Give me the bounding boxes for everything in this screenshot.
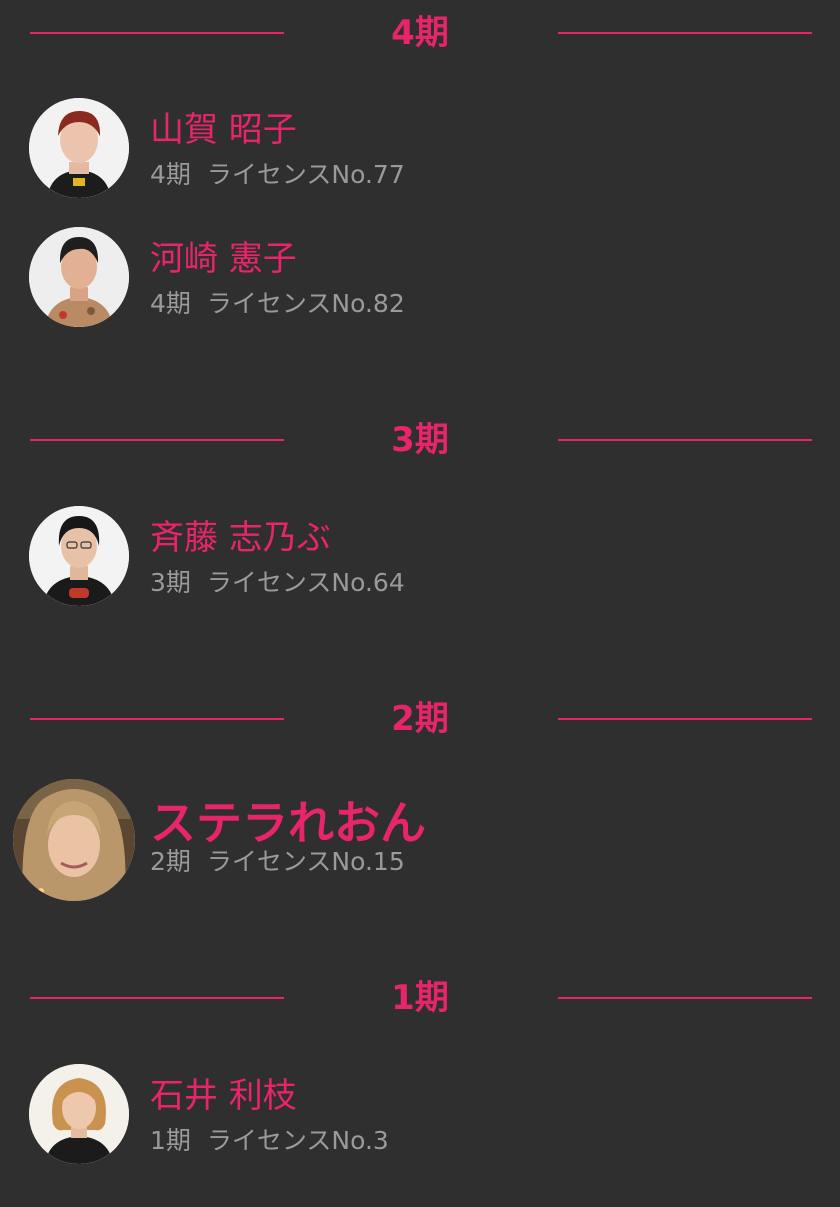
section-header-3: 3期 [0, 420, 840, 460]
avatar [29, 1064, 129, 1164]
member-name: 河崎 憲子 [150, 239, 297, 279]
section-title: 4期 [391, 13, 449, 53]
avatar [29, 227, 129, 327]
member-item[interactable]: 斉藤 志乃ぶ 3期 ライセンスNo.64 [0, 506, 840, 616]
divider-line-right [558, 718, 812, 720]
divider-line-left [30, 718, 284, 720]
divider-line-left [30, 997, 284, 999]
divider-line-left [30, 32, 284, 34]
member-name: 斉藤 志乃ぶ [150, 518, 331, 558]
avatar [13, 779, 135, 901]
member-license: ライセンスNo.3 [206, 1126, 389, 1155]
member-meta: 3期 ライセンスNo.64 [150, 568, 405, 598]
member-meta: 1期 ライセンスNo.3 [150, 1126, 389, 1156]
member-item[interactable]: ステラれおん 2期 ライセンスNo.15 [0, 779, 840, 901]
member-meta: 4期 ライセンスNo.77 [150, 160, 405, 190]
section-header-4: 4期 [0, 13, 840, 53]
member-meta: 4期 ライセンスNo.82 [150, 289, 405, 319]
divider-line-left [30, 439, 284, 441]
member-period: 4期 [150, 160, 191, 189]
member-license: ライセンスNo.64 [206, 568, 405, 597]
member-license: ライセンスNo.82 [206, 289, 405, 318]
avatar [29, 98, 129, 198]
member-period: 2期 [150, 847, 191, 876]
member-name: 山賀 昭子 [150, 110, 297, 150]
divider-line-right [558, 997, 812, 999]
section-header-2: 2期 [0, 699, 840, 739]
member-name: ステラれおん [150, 796, 426, 850]
member-item[interactable]: 河崎 憲子 4期 ライセンスNo.82 [0, 227, 840, 337]
section-title: 1期 [391, 978, 449, 1018]
section-title: 3期 [391, 420, 449, 460]
member-license: ライセンスNo.15 [206, 847, 405, 876]
member-period: 4期 [150, 289, 191, 318]
member-period: 3期 [150, 568, 191, 597]
member-name: 石井 利枝 [150, 1076, 297, 1116]
section-header-1: 1期 [0, 978, 840, 1018]
divider-line-right [558, 32, 812, 34]
section-title: 2期 [391, 699, 449, 739]
member-meta: 2期 ライセンスNo.15 [150, 847, 405, 877]
member-item[interactable]: 山賀 昭子 4期 ライセンスNo.77 [0, 98, 840, 208]
avatar [29, 506, 129, 606]
member-period: 1期 [150, 1126, 191, 1155]
divider-line-right [558, 439, 812, 441]
member-license: ライセンスNo.77 [206, 160, 405, 189]
member-item[interactable]: 石井 利枝 1期 ライセンスNo.3 [0, 1064, 840, 1174]
